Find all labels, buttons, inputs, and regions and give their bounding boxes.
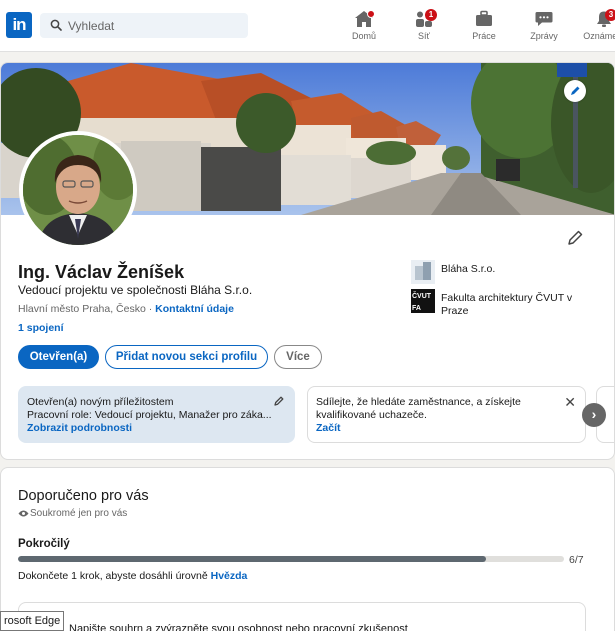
complete-steps-text: Dokončete 1 krok, abyste dosáhli úrovně …	[18, 570, 247, 582]
school-logo-text-bottom: FA	[412, 305, 421, 312]
edit-intro-pencil-icon[interactable]	[566, 229, 584, 247]
notifications-badge: 3	[605, 9, 615, 21]
nav-home-label: Domů	[351, 31, 376, 41]
connections-link[interactable]: 1 spojení	[18, 322, 64, 334]
open-to-work-roles: Pracovní role: Vedoucí projektu, Manažer…	[27, 409, 272, 421]
nav-notifications-label: Oznámení	[583, 31, 615, 41]
show-details-link[interactable]: Zobrazit podrobnosti	[27, 422, 132, 434]
next-arrow-button[interactable]: ›	[582, 403, 606, 427]
nav-network[interactable]: 1 Síť	[394, 8, 454, 48]
level-star-link[interactable]: Hvězda	[211, 570, 248, 582]
pencil-icon	[571, 86, 580, 95]
top-navigation: in Domů 1 Síť Práce	[0, 0, 615, 52]
nav-jobs-label: Práce	[472, 31, 496, 41]
profile-card: Ing. Václav Ženíšek Vedoucí projektu ve …	[0, 62, 615, 460]
suggestion-card[interactable]: Napište souhrn a zvýrazněte svou osobnos…	[18, 602, 586, 631]
open-to-work-title: Otevřen(a) novým příležitostem	[27, 396, 174, 408]
search-input[interactable]	[68, 13, 243, 38]
org-name: Fakulta architektury ČVUT v Praze	[441, 292, 573, 317]
private-note: Soukromé jen pro vás	[18, 508, 127, 519]
profile-progress-fill	[18, 556, 486, 562]
school-logo-icon: ČVUT FA	[411, 289, 435, 313]
contact-info-link[interactable]: Kontaktní údaje	[155, 303, 234, 315]
eye-icon	[18, 510, 29, 517]
profile-photo-image	[23, 135, 133, 245]
profile-avatar[interactable]	[19, 131, 137, 249]
nav-jobs[interactable]: Práce	[454, 8, 514, 48]
open-to-work-card[interactable]: Otevřen(a) novým příležitostem Pracovní …	[18, 386, 295, 443]
open-to-button[interactable]: Otevřen(a)	[18, 345, 99, 369]
private-note-text: Soukromé jen pro vás	[30, 508, 128, 519]
company-logo-icon	[411, 260, 435, 284]
cover-edit-button[interactable]	[564, 80, 586, 102]
more-button[interactable]: Více	[274, 345, 322, 369]
nav-messaging-label: Zprávy	[530, 31, 558, 41]
nav-network-label: Síť	[418, 31, 430, 41]
profile-headline: Vedoucí projektu ve společnosti Bláha S.…	[18, 283, 253, 297]
suggestion-text: Napište souhrn a zvýrazněte svou osobnos…	[69, 623, 408, 631]
edit-open-to-work-pencil-icon[interactable]	[273, 395, 285, 407]
messaging-icon	[535, 12, 553, 26]
complete-steps-label: Dokončete 1 krok, abyste dosáhli úrovně	[18, 570, 211, 582]
network-badge: 1	[425, 9, 437, 21]
location-separator: ·	[145, 303, 156, 315]
nav-messaging[interactable]: Zprávy	[514, 8, 574, 48]
nav-home[interactable]: Domů	[334, 8, 394, 48]
hiring-start-link[interactable]: Začít	[316, 422, 341, 434]
school-logo-text-top: ČVUT	[412, 293, 432, 300]
profile-level: Pokročilý	[18, 538, 70, 550]
hiring-card[interactable]: Sdílejte, že hledáte zaměstnance, a získ…	[307, 386, 586, 443]
add-profile-section-button[interactable]: Přidat novou sekci profilu	[105, 345, 268, 369]
nav-notifications[interactable]: 3 Oznámení	[574, 8, 615, 48]
search-bar[interactable]	[40, 13, 248, 38]
close-icon[interactable]: ✕	[564, 395, 576, 409]
recommended-title: Doporučeno pro vás	[18, 488, 149, 504]
hiring-text: Sdílejte, že hledáte zaměstnance, a získ…	[316, 396, 521, 421]
search-icon	[50, 19, 62, 31]
profile-progress-bar	[18, 556, 564, 562]
linkedin-logo[interactable]: in	[6, 12, 32, 38]
recommended-card: Doporučeno pro vás Soukromé jen pro vás …	[0, 467, 615, 631]
profile-name: Ing. Václav Ženíšek	[18, 262, 185, 282]
home-notification-dot	[367, 10, 375, 18]
profile-location-line: Hlavní město Praha, Česko · Kontaktní úd…	[18, 303, 234, 315]
briefcase-icon	[476, 10, 492, 26]
profile-location: Hlavní město Praha, Česko	[18, 303, 146, 315]
taskbar-tooltip: rosoft Edge	[0, 611, 65, 631]
progress-count: 6/7	[569, 554, 584, 566]
org-name: Bláha S.r.o.	[441, 263, 496, 275]
